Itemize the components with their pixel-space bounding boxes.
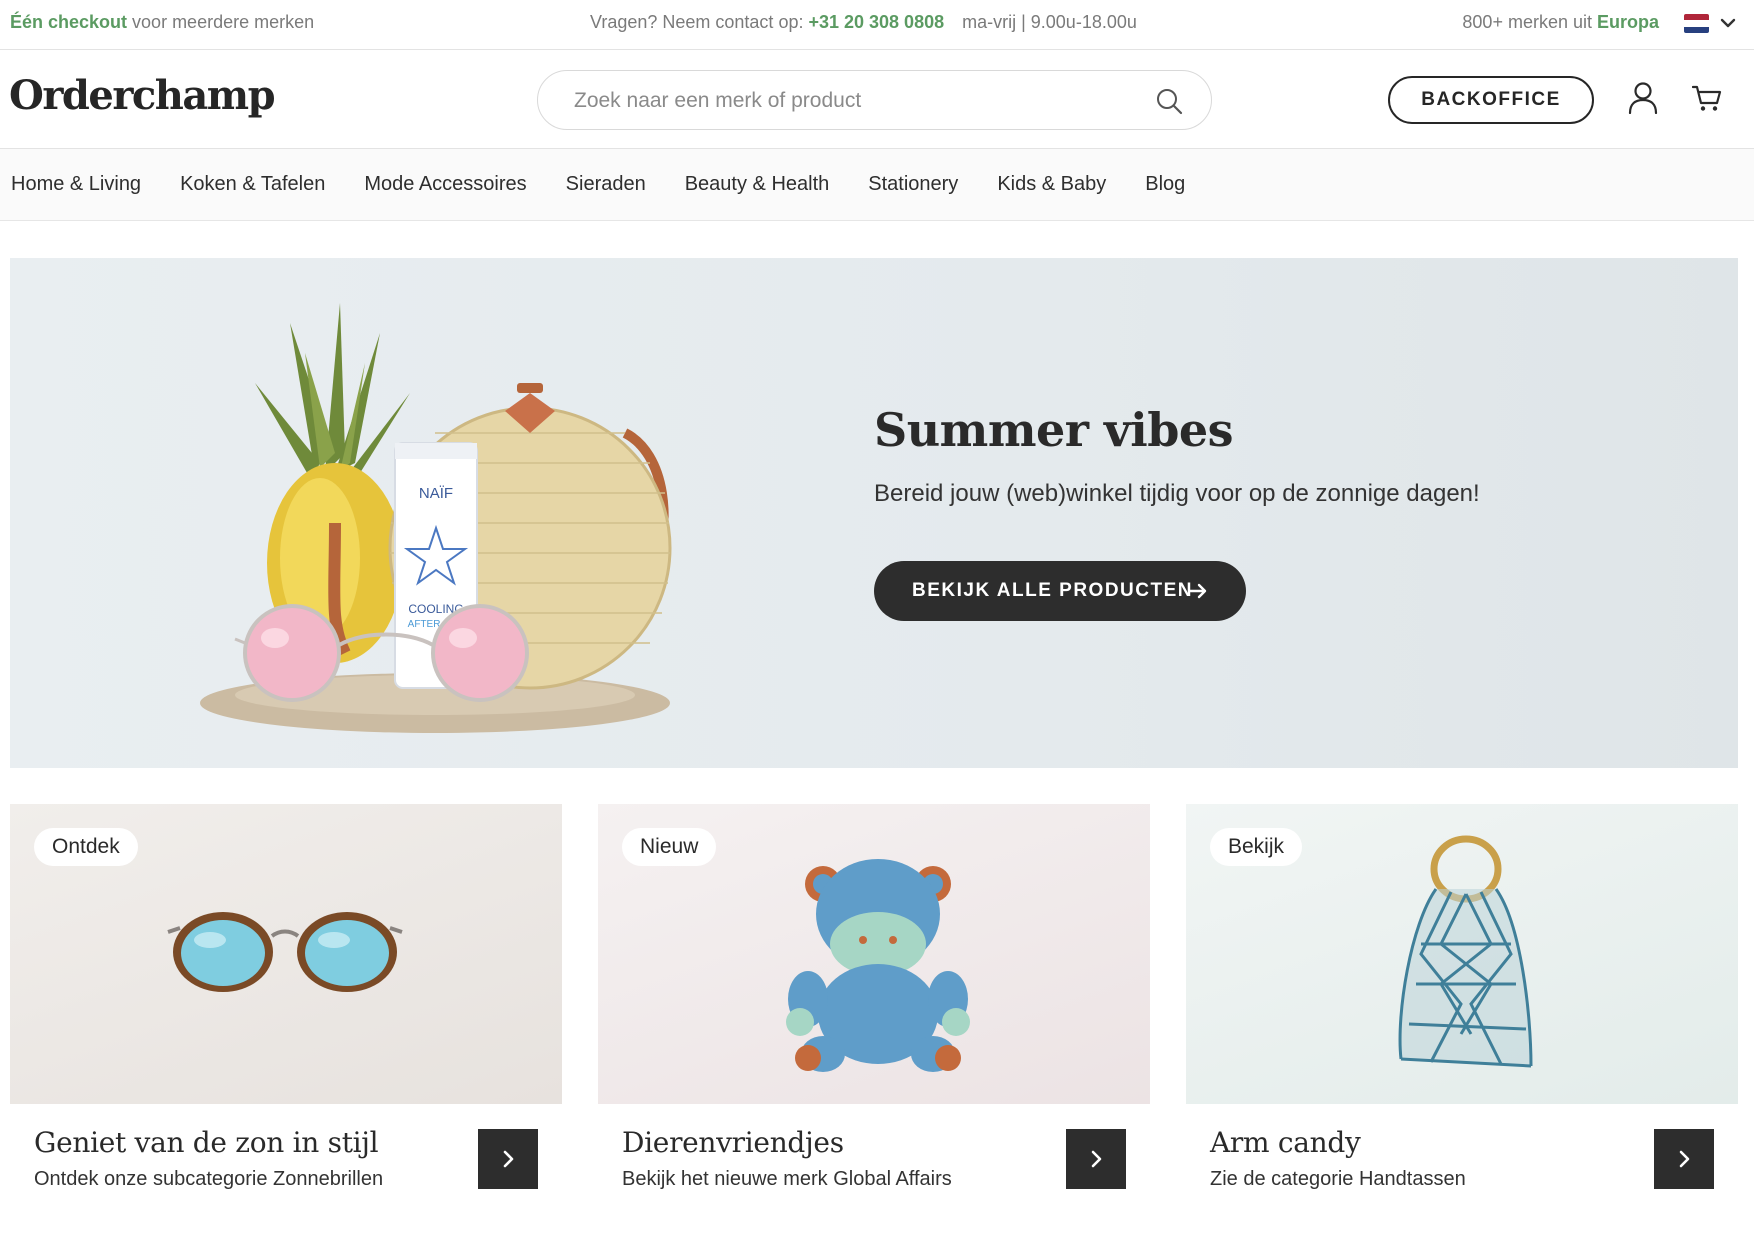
hero-subtitle: Bereid jouw (web)winkel tijdig voor op d… [874,480,1480,507]
nav-item-sieraden[interactable]: Sieraden [566,173,646,196]
search-icon[interactable] [1155,87,1183,115]
top-info-bar: Één checkout voor meerdere merken Vragen… [0,0,1754,50]
nav-item-beauty-health[interactable]: Beauty & Health [685,173,830,196]
card-badge: Bekijk [1210,828,1303,866]
card-subtitle: Zie de categorie Handtassen [1210,1168,1466,1190]
card-title[interactable]: Dierenvriendjes [622,1126,844,1159]
card-title[interactable]: Arm candy [1210,1126,1361,1159]
sunglasses-image [167,912,403,992]
promo-card-handbags[interactable]: Bekijk Arm candy Zie de categorie Handta… [1186,804,1738,1204]
contact-prefix: Vragen? Neem contact op: [590,12,809,32]
chevron-right-icon [503,1150,514,1168]
phone-link[interactable]: +31 20 308 0808 [808,12,944,32]
card-subtitle: Ontdek onze subcategorie Zonnebrillen [34,1168,384,1190]
nav-item-mode-accessoires[interactable]: Mode Accessoires [364,173,526,196]
backoffice-button[interactable]: BACKOFFICE [1388,76,1594,124]
card-badge: Nieuw [622,828,717,866]
search-input[interactable] [574,81,1134,121]
brands-region: Europa [1596,12,1659,32]
chevron-right-icon [1091,1150,1102,1168]
brands-prefix: 800+ merken uit [1462,12,1597,32]
view-all-products-label: BEKIJK ALLE PRODUCTEN [912,580,1193,601]
contact-info: Vragen? Neem contact op: +31 20 308 0808… [590,12,1137,33]
opening-hours: ma-vrij | 9.00u-18.00u [962,12,1137,32]
view-all-products-button[interactable]: BEKIJK ALLE PRODUCTEN [874,561,1246,621]
hero-title: Summer vibes [874,403,1234,457]
user-icon[interactable] [1628,82,1658,114]
nav-item-koken-tafelen[interactable]: Koken & Tafelen [180,173,325,196]
language-flag-icon[interactable] [1684,14,1709,33]
arrow-right-icon [1188,583,1207,599]
nav-item-home-living[interactable]: Home & Living [11,173,141,196]
hero-banner: NAÏF COOLING AFTER SUN Summer vibes Bere… [10,258,1738,768]
crochet-hippo-image [786,859,970,1072]
category-nav: Home & Living Koken & Tafelen Mode Acces… [0,149,1754,221]
checkout-tagline: Één checkout voor meerdere merken [10,12,314,33]
cart-icon[interactable] [1692,84,1722,112]
checkout-highlight: Één checkout [10,12,128,32]
card-badge: Ontdek [34,828,138,866]
promo-card-sunglasses[interactable]: Ontdek Geniet van de zon in stijl Ontdek… [10,804,562,1204]
card-title[interactable]: Geniet van de zon in stijl [34,1126,379,1159]
net-bag-image [1398,835,1533,1068]
brands-info: 800+ merken uit Europa [1462,12,1659,33]
checkout-text: voor meerdere merken [127,12,315,32]
nav-item-stationery[interactable]: Stationery [868,173,958,196]
nav-item-blog[interactable]: Blog [1145,173,1185,196]
site-header: Orderchamp BACKOFFICE [0,50,1754,149]
card-next-button[interactable] [1654,1129,1714,1189]
search-bar[interactable] [537,70,1212,130]
promo-card-animals[interactable]: Nieuw Dierenvriendjes Bekijk het nieuwe … [598,804,1150,1204]
card-subtitle: Bekijk het nieuwe merk Global Affairs [622,1168,952,1190]
card-next-button[interactable] [1066,1129,1126,1189]
tube-brand-label: NAÏF [419,485,453,502]
hero-summer-products-image: NAÏF COOLING AFTER SUN [200,303,672,733]
chevron-down-icon[interactable] [1718,13,1738,33]
chevron-right-icon [1679,1150,1690,1168]
logo[interactable]: Orderchamp [9,72,276,119]
nav-item-kids-baby[interactable]: Kids & Baby [997,173,1106,196]
card-next-button[interactable] [478,1129,538,1189]
